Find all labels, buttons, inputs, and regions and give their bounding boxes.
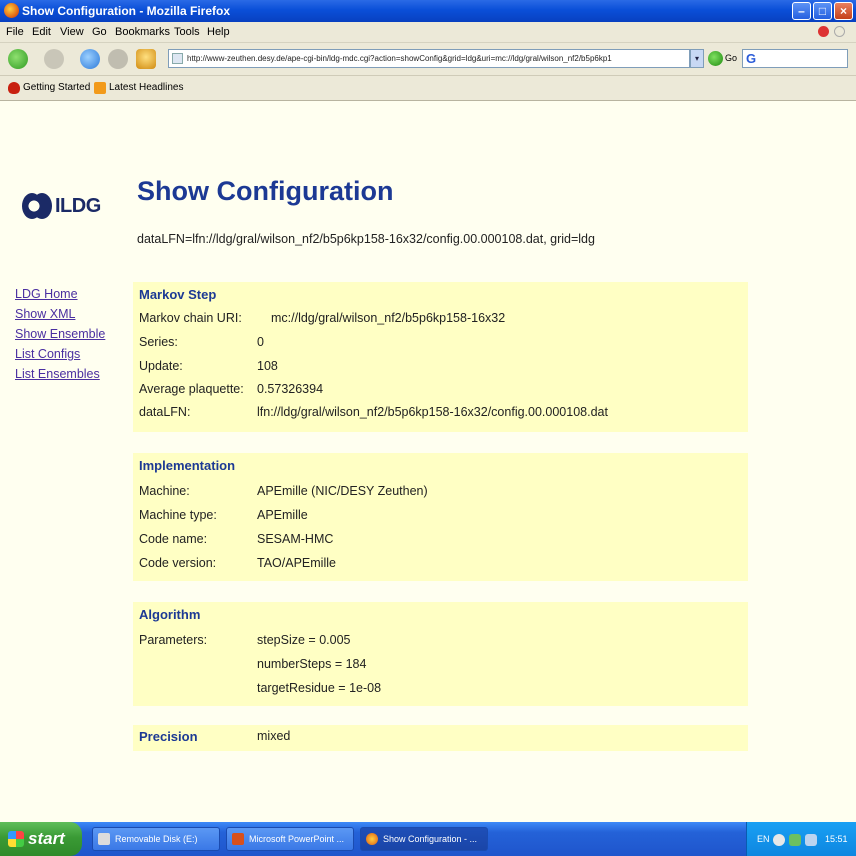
row-value: mc://ldg/gral/wilson_nf2/b5p6kp158-16x32 xyxy=(271,311,506,325)
section-markov-step: Markov Step Markov chain URI: mc://ldg/g… xyxy=(133,282,748,432)
parameter-value: targetResidue = 1e-08 xyxy=(257,681,382,695)
nav-list-configs[interactable]: List Configs xyxy=(15,344,105,364)
tray-bluetooth-icon[interactable] xyxy=(773,834,785,846)
row-label: Parameters: xyxy=(139,633,208,647)
search-input[interactable]: G xyxy=(742,49,848,68)
address-url: http://www-zeuthen.desy.de/ape-cgi-bin/l… xyxy=(187,54,612,63)
firefox-icon xyxy=(4,3,19,18)
go-button-label[interactable]: Go xyxy=(725,53,737,63)
menu-help[interactable]: Help xyxy=(207,26,230,38)
menu-go[interactable]: Go xyxy=(92,26,107,38)
reload-icon[interactable] xyxy=(80,49,100,69)
row-value: APEmille (NIC/DESY Zeuthen) xyxy=(257,484,428,498)
section-title: Algorithm xyxy=(139,607,201,622)
logo-text: ILDG xyxy=(55,195,101,217)
drive-icon xyxy=(98,833,110,845)
section-implementation: Implementation Machine: APEmille (NIC/DE… xyxy=(133,453,748,581)
menu-tools[interactable]: Tools xyxy=(174,26,200,38)
page-content: ILDG Show Configuration dataLFN=lfn://ld… xyxy=(0,101,856,821)
row-label: Machine: xyxy=(139,484,190,498)
go-icon[interactable] xyxy=(708,51,723,66)
row-value: TAO/APEmille xyxy=(257,556,336,570)
page-icon xyxy=(172,53,183,64)
start-button[interactable]: start xyxy=(0,822,82,856)
windows-taskbar: start Removable Disk (E:) Microsoft Powe… xyxy=(0,822,856,856)
maximize-button[interactable]: □ xyxy=(813,2,832,20)
window-title: Show Configuration - Mozilla Firefox xyxy=(22,4,230,18)
bookmarks-toolbar: Getting Started Latest Headlines xyxy=(0,76,856,101)
section-title: Precision xyxy=(139,729,198,744)
minimize-button[interactable]: – xyxy=(792,2,811,20)
clock: 15:51 xyxy=(825,834,848,844)
parameter-value: stepSize = 0.005 xyxy=(257,633,351,647)
ildg-logo: ILDG xyxy=(22,189,112,229)
row-label: Average plaquette: xyxy=(139,382,244,396)
firefox-icon xyxy=(366,833,378,845)
tray-network-icon[interactable] xyxy=(789,834,801,846)
nav-list-ensembles[interactable]: List Ensembles xyxy=(15,364,105,384)
row-label: Markov chain URI: xyxy=(139,311,242,325)
system-tray: EN 15:51 xyxy=(746,822,856,856)
page-subtitle: dataLFN=lfn://ldg/gral/wilson_nf2/b5p6kp… xyxy=(137,232,595,246)
menu-file[interactable]: File xyxy=(6,26,24,38)
section-precision: Precision mixed xyxy=(133,725,748,751)
row-value: mixed xyxy=(257,729,291,743)
row-value: lfn://ldg/gral/wilson_nf2/b5p6kp158-16x3… xyxy=(257,405,608,419)
stop-icon[interactable] xyxy=(108,49,128,69)
row-value: APEmille xyxy=(257,508,308,522)
row-value: 0.57326394 xyxy=(257,382,324,396)
forward-arrow-icon[interactable] xyxy=(44,49,64,69)
side-navigation: LDG Home Show XML Show Ensemble List Con… xyxy=(15,284,105,384)
row-value: SESAM-HMC xyxy=(257,532,334,546)
google-search-icon: G xyxy=(746,51,757,66)
close-button[interactable]: × xyxy=(834,2,853,20)
home-icon[interactable] xyxy=(136,49,156,69)
address-bar[interactable]: http://www-zeuthen.desy.de/ape-cgi-bin/l… xyxy=(168,49,690,68)
logo-mark-ring-icon xyxy=(22,193,42,219)
nav-ldg-home[interactable]: LDG Home xyxy=(15,284,105,304)
section-title: Implementation xyxy=(139,458,236,473)
row-value: 108 xyxy=(257,359,278,373)
stop-indicator-icon xyxy=(818,26,829,37)
nav-show-xml[interactable]: Show XML xyxy=(15,304,105,324)
tray-volume-icon[interactable] xyxy=(805,834,817,846)
powerpoint-icon xyxy=(232,833,244,845)
bookmark-page-icon xyxy=(8,82,20,94)
task-label: Show Configuration - ... xyxy=(383,834,478,844)
menu-view[interactable]: View xyxy=(60,26,84,38)
start-label: start xyxy=(28,829,65,848)
row-label: dataLFN: xyxy=(139,405,191,419)
row-label: Code version: xyxy=(139,556,217,570)
nav-show-ensemble[interactable]: Show Ensemble xyxy=(15,324,105,344)
row-value: 0 xyxy=(257,335,264,349)
bookmark-getting-started[interactable]: Getting Started xyxy=(23,82,90,93)
menu-bar: File Edit View Go Bookmarks Tools Help xyxy=(0,22,856,43)
navigation-toolbar: http://www-zeuthen.desy.de/ape-cgi-bin/l… xyxy=(0,43,856,76)
bookmark-latest-headlines[interactable]: Latest Headlines xyxy=(109,82,184,93)
parameter-value: numberSteps = 184 xyxy=(257,657,367,671)
back-arrow-icon[interactable] xyxy=(8,49,28,69)
section-title: Markov Step xyxy=(139,287,217,302)
task-powerpoint[interactable]: Microsoft PowerPoint ... xyxy=(226,827,354,851)
row-label: Machine type: xyxy=(139,508,217,522)
menu-edit[interactable]: Edit xyxy=(32,26,51,38)
task-label: Removable Disk (E:) xyxy=(115,834,198,844)
row-label: Code name: xyxy=(139,532,208,546)
language-indicator[interactable]: EN xyxy=(757,834,770,844)
task-label: Microsoft PowerPoint ... xyxy=(249,834,345,844)
activity-throbber-icon xyxy=(834,26,845,37)
row-label: Series: xyxy=(139,335,178,349)
task-firefox[interactable]: Show Configuration - ... xyxy=(360,827,488,851)
window-title-bar[interactable]: Show Configuration - Mozilla Firefox – □… xyxy=(0,0,856,23)
address-dropdown-button[interactable]: ▾ xyxy=(690,49,704,68)
menu-bookmarks[interactable]: Bookmarks xyxy=(115,26,170,38)
windows-flag-icon xyxy=(8,831,24,847)
page-title: Show Configuration xyxy=(137,176,394,206)
task-removable-disk[interactable]: Removable Disk (E:) xyxy=(92,827,220,851)
rss-feed-icon xyxy=(94,82,106,94)
row-label: Update: xyxy=(139,359,183,373)
section-algorithm: Algorithm Parameters: stepSize = 0.005 n… xyxy=(133,602,748,706)
